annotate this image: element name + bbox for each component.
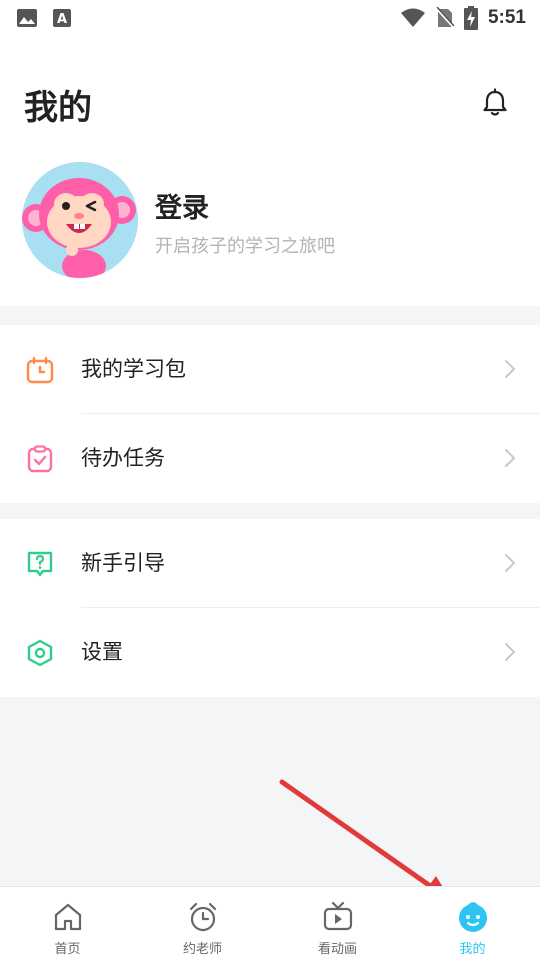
tv-play-icon: [323, 901, 352, 931]
profile-header: 我的 登录 开启孩子的学习之旅吧: [0, 36, 540, 306]
status-time: 5:51: [487, 7, 526, 28]
no-sim-icon: [435, 7, 454, 29]
menu-group-1: 我的学习包 待办任务: [0, 325, 540, 503]
menu-item-label: 新手引导: [81, 551, 165, 575]
baby-face-icon: [458, 902, 487, 932]
alarm-clock-icon: [189, 902, 216, 932]
login-link[interactable]: 登录: [155, 186, 209, 225]
tab-book-teacher[interactable]: 约老师: [135, 887, 270, 961]
chevron-right-icon: [505, 449, 516, 467]
tab-label: 我的: [459, 942, 486, 957]
login-subtitle: 开启孩子的学习之旅吧: [155, 236, 335, 257]
wifi-icon: [400, 8, 425, 27]
bottom-tab-bar: 首页 约老师 看动画 我的: [0, 886, 540, 961]
menu-item-label: 我的学习包: [81, 357, 186, 381]
battery-charging-icon: [463, 6, 478, 30]
menu-item-study-pack[interactable]: 我的学习包: [0, 325, 540, 414]
monkey-avatar-icon: [22, 162, 138, 278]
tab-watch-animation[interactable]: 看动画: [270, 887, 405, 961]
status-bar: A 5:51: [0, 0, 540, 36]
tab-mine[interactable]: 我的: [405, 887, 540, 961]
menu-item-label: 设置: [81, 640, 123, 664]
clipboard-check-icon: [27, 445, 53, 473]
help-chat-icon: [27, 551, 53, 577]
menu-group-2: 新手引导 设置: [0, 519, 540, 697]
svg-text:A: A: [57, 12, 67, 27]
tab-label: 看动画: [317, 942, 357, 957]
settings-hexagon-icon: [27, 639, 53, 667]
text-a-icon: A: [53, 9, 71, 27]
menu-item-beginner-guide[interactable]: 新手引导: [0, 519, 540, 608]
avatar[interactable]: [22, 162, 138, 278]
tab-label: 约老师: [182, 942, 222, 957]
chevron-right-icon: [505, 643, 516, 661]
home-icon: [54, 903, 81, 931]
calendar-clock-icon: [26, 356, 54, 384]
bell-icon[interactable]: [480, 88, 510, 118]
chevron-right-icon: [505, 554, 516, 572]
image-icon: [17, 9, 37, 27]
menu-item-label: 待办任务: [81, 446, 165, 470]
menu-item-settings[interactable]: 设置: [0, 608, 540, 697]
chevron-right-icon: [505, 360, 516, 378]
page-title: 我的: [24, 88, 92, 128]
menu-item-todo-tasks[interactable]: 待办任务: [0, 414, 540, 503]
tab-label: 首页: [54, 942, 81, 957]
tab-home[interactable]: 首页: [0, 887, 135, 961]
